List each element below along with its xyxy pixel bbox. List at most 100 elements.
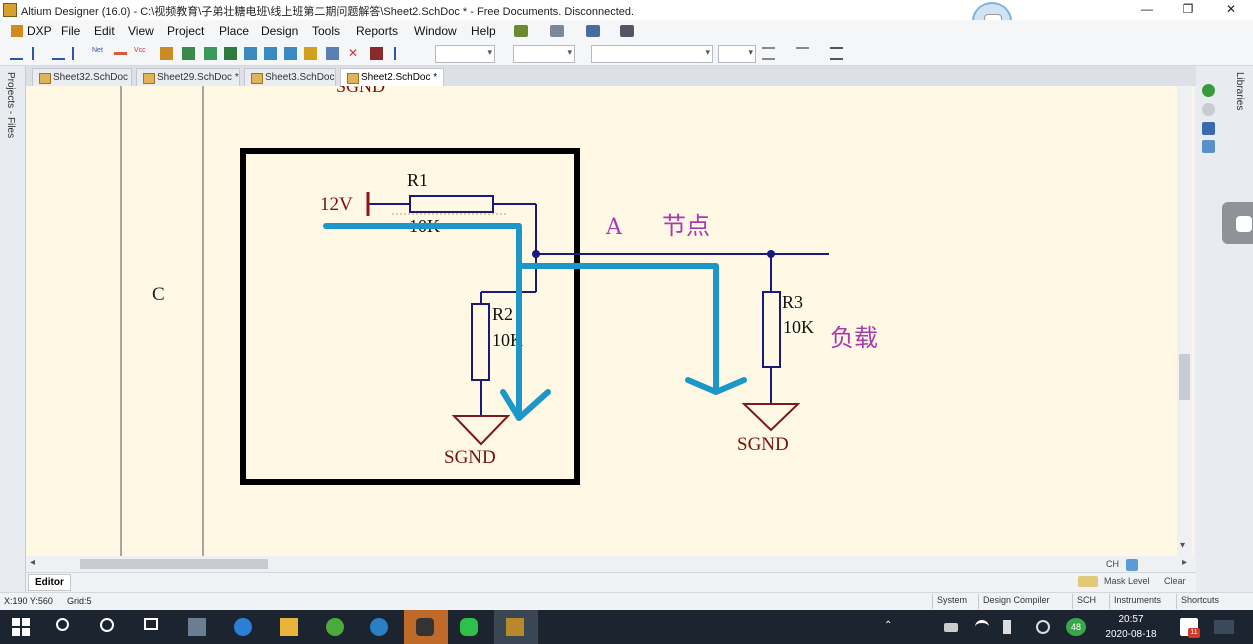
vcc-port-icon[interactable]: Vcc: [134, 47, 150, 60]
harness-entry-icon[interactable]: [264, 47, 277, 60]
schematic-canvas[interactable]: SGND C 12V R1 10K R2 10K R3 10K SGND SGN…: [26, 86, 1193, 556]
keyboard-icon[interactable]: [1214, 620, 1234, 634]
compile-mask-icon[interactable]: [370, 47, 383, 60]
pen-icon[interactable]: [394, 47, 407, 60]
tab-sheet2[interactable]: Sheet2.SchDoc *: [340, 68, 444, 86]
menu-file[interactable]: File: [61, 24, 80, 38]
maximize-button[interactable]: ❐: [1166, 0, 1210, 20]
vertical-scrollbar[interactable]: ▾: [1177, 86, 1192, 556]
menu-reports[interactable]: Reports: [356, 24, 398, 38]
pen-workspace-icon[interactable]: [1036, 620, 1050, 634]
size-combo[interactable]: [513, 45, 575, 63]
menu-tools[interactable]: Tools: [312, 24, 340, 38]
ground-power-icon[interactable]: [586, 25, 600, 37]
offsheet-connector-icon[interactable]: [304, 47, 317, 60]
wire-icon[interactable]: [10, 47, 23, 60]
device-sheet-icon[interactable]: [224, 47, 237, 60]
signal-harness-icon[interactable]: [52, 47, 65, 60]
tab-sheet32[interactable]: Sheet32.SchDoc: [32, 68, 132, 86]
tab-sheet29[interactable]: Sheet29.SchDoc *: [136, 68, 240, 86]
favorites-icon[interactable]: [1202, 140, 1215, 153]
design-compiler-button[interactable]: Design Compiler: [978, 594, 1054, 609]
delete-icon[interactable]: ✕: [348, 47, 361, 60]
menu-dxp[interactable]: DXP: [11, 24, 52, 38]
resistor-r1[interactable]: [409, 195, 494, 213]
start-button[interactable]: [0, 610, 44, 644]
harness-connector-icon[interactable]: [244, 47, 257, 60]
tab-sheet3[interactable]: Sheet3.SchDoc: [244, 68, 336, 86]
horizontal-scrollbar[interactable]: ◂ ▸: [26, 556, 1193, 572]
taskbar-calculator[interactable]: [176, 610, 220, 644]
menu-window[interactable]: Window: [414, 24, 457, 38]
taskbar-edge[interactable]: [222, 610, 266, 644]
libraries-tab[interactable]: Libraries: [1234, 72, 1245, 110]
recorder-icon: [416, 618, 434, 636]
taskbar-search[interactable]: [44, 610, 88, 644]
home-icon[interactable]: [1202, 122, 1215, 135]
gnd-port-icon[interactable]: [114, 52, 127, 55]
line-style-icon[interactable]: [762, 47, 775, 60]
editor-tab[interactable]: Editor: [28, 574, 71, 591]
wifi-icon[interactable]: [975, 620, 989, 634]
menu-design[interactable]: Design: [261, 24, 298, 38]
sheet-symbol-icon[interactable]: [182, 47, 195, 60]
menu-edit[interactable]: Edit: [94, 24, 115, 38]
font-combo[interactable]: [435, 45, 495, 63]
taskbar-browser-360[interactable]: [314, 610, 358, 644]
menu-place[interactable]: Place: [219, 24, 249, 38]
menu-view[interactable]: View: [128, 24, 154, 38]
menu-project[interactable]: Project: [167, 24, 204, 38]
close-button[interactable]: ✕: [1209, 0, 1253, 20]
taskbar-altium[interactable]: [494, 610, 538, 644]
bus-icon[interactable]: [32, 47, 45, 60]
taskbar-task-view[interactable]: [132, 610, 176, 644]
align-icon[interactable]: [550, 25, 564, 37]
volume-icon[interactable]: [1003, 620, 1011, 634]
schematic-editor[interactable]: SGND C 12V R1 10K R2 10K R3 10K SGND SGN…: [26, 86, 1193, 556]
ch-toggle-icon[interactable]: [1126, 559, 1138, 571]
taskbar-app[interactable]: [358, 610, 402, 644]
taskbar-explorer[interactable]: [268, 610, 312, 644]
sch-button[interactable]: SCH: [1072, 594, 1100, 609]
port-icon[interactable]: [284, 47, 297, 60]
net-label-icon[interactable]: Net: [92, 47, 108, 60]
instruments-button[interactable]: Instruments: [1109, 594, 1165, 609]
scroll-left-icon[interactable]: ◂: [30, 557, 35, 568]
back-icon[interactable]: [1202, 84, 1215, 97]
clear-button[interactable]: Clear: [1164, 576, 1186, 586]
mask-slider-icon[interactable]: [1078, 576, 1098, 587]
mask-level-button[interactable]: Mask Level: [1104, 576, 1150, 586]
taskbar-cortana[interactable]: [88, 610, 132, 644]
taskbar-wechat[interactable]: [448, 610, 492, 644]
menu-help[interactable]: Help: [471, 24, 496, 38]
badge-48-icon[interactable]: 48: [1066, 618, 1086, 636]
line-width-combo[interactable]: [718, 45, 756, 63]
scroll-right-icon[interactable]: ▸: [1182, 557, 1187, 568]
arrow-start-icon[interactable]: [796, 47, 809, 60]
shortcuts-button[interactable]: Shortcuts: [1176, 594, 1223, 609]
hscroll-thumb[interactable]: [80, 559, 268, 569]
arrow-end-icon[interactable]: [830, 47, 843, 60]
bus-entry-icon[interactable]: [72, 47, 85, 60]
battery-icon[interactable]: [944, 623, 958, 632]
taskbar-clock[interactable]: 20:57 2020-08-18: [1100, 612, 1162, 642]
sheet-entry-icon[interactable]: [204, 47, 217, 60]
r3-designator: R3: [782, 292, 803, 312]
forward-icon[interactable]: [1202, 103, 1215, 116]
style-combo[interactable]: [591, 45, 713, 63]
scroll-down-icon[interactable]: ▾: [1180, 540, 1185, 551]
tray-expand-icon[interactable]: ⌃: [884, 620, 898, 634]
resistor-r2[interactable]: [471, 303, 490, 381]
no-erc-icon[interactable]: [326, 47, 339, 60]
cursor-coords: X:190 Y:560: [4, 596, 53, 606]
part-icon[interactable]: [160, 47, 173, 60]
taskbar-recorder[interactable]: [404, 610, 448, 644]
vscroll-thumb[interactable]: [1179, 354, 1190, 400]
graph-icon[interactable]: [514, 25, 528, 37]
floating-side-handle[interactable]: [1222, 202, 1253, 244]
system-button[interactable]: System: [932, 594, 971, 609]
projects-files-tab[interactable]: Projects - Files: [5, 72, 16, 138]
resistor-r3[interactable]: [762, 291, 781, 368]
grid-icon[interactable]: [620, 25, 634, 37]
minimize-button[interactable]: —: [1125, 0, 1169, 20]
